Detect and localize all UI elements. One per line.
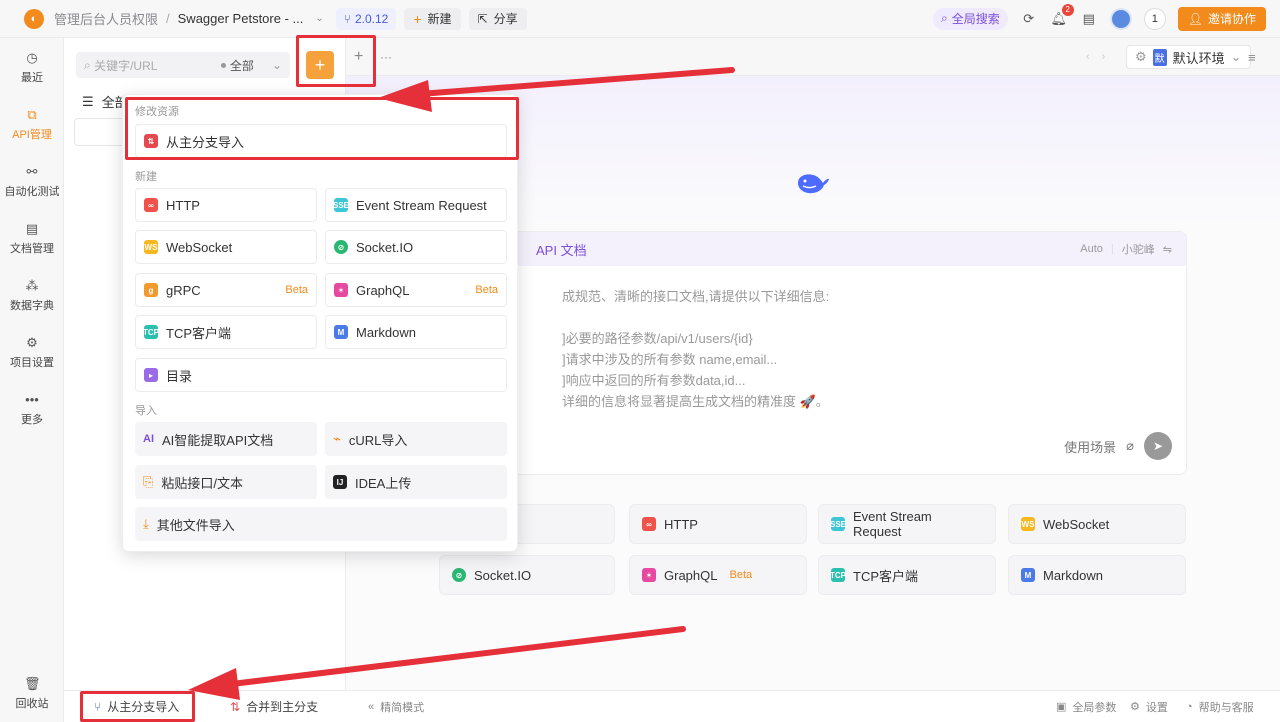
- arrowhead-icon: [378, 80, 432, 112]
- annotation-arrows: [188, 67, 735, 700]
- arrow-line: [229, 626, 686, 687]
- arrow-line: [417, 67, 735, 97]
- arrowhead-icon: [188, 668, 240, 700]
